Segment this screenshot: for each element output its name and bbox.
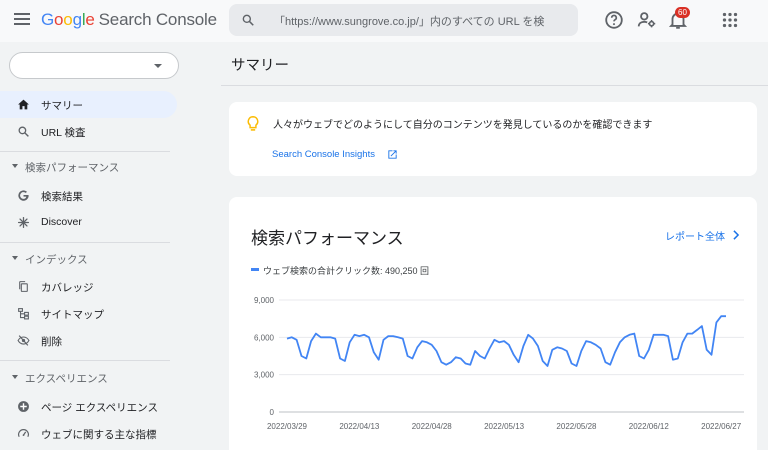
google-g-icon — [18, 190, 29, 201]
sidebar-item-label: ウェブに関する主な指標 — [41, 429, 157, 441]
collapse-triangle-icon — [12, 164, 18, 168]
insights-card: 人々がウェブでどのようにして自分のコンテンツを発見しているのかを確認できます S… — [229, 102, 757, 176]
section-search-performance[interactable]: 検索パフォーマンス — [0, 158, 177, 178]
performance-chart: 9,000 6,000 3,000 0 2022/03/29 2022/04/13 2022… — [254, 296, 744, 431]
sidebar-item-core-web-vitals[interactable]: ウェブに関する主な指標 — [0, 420, 177, 447]
search-input[interactable]: 「https://www.sungrove.co.jp/」内のすべての URL … — [229, 4, 578, 36]
menu-icon[interactable] — [14, 13, 30, 27]
collapse-triangle-icon — [12, 375, 18, 379]
performance-card: 検索パフォーマンス レポート全体 ウェブ検索の合計クリック数: 490,250 … — [229, 197, 757, 450]
sidebar-item-label: サイトマップ — [41, 309, 104, 321]
open-in-new-icon[interactable] — [387, 149, 398, 160]
apps-grid-icon[interactable] — [719, 9, 741, 31]
insights-link[interactable]: Search Console Insights — [272, 149, 375, 160]
legend-label: ウェブ検索の合計クリック数: 490,250 回 — [263, 266, 430, 276]
discover-asterisk-icon — [17, 216, 30, 229]
x-tick-label: 2022/05/28 — [556, 422, 597, 431]
property-selector[interactable] — [9, 52, 179, 79]
legend-swatch — [251, 268, 259, 271]
sidebar-item-url-inspection[interactable]: URL 検査 — [0, 118, 177, 145]
sidebar-item-label: 削除 — [41, 336, 62, 348]
manage-users-icon[interactable] — [636, 9, 658, 31]
section-index[interactable]: インデックス — [0, 250, 177, 270]
x-tick-label: 2022/04/28 — [412, 422, 453, 431]
product-name: Search Console — [98, 10, 217, 29]
insights-description: 人々がウェブでどのようにして自分のコンテンツを発見しているのかを確認できます — [273, 120, 653, 131]
sidebar-item-summary[interactable]: サマリー — [0, 91, 177, 118]
section-title: 検索パフォーマンス — [25, 162, 120, 174]
chevron-right-icon[interactable] — [732, 230, 740, 240]
help-icon[interactable] — [603, 9, 625, 31]
sidebar-divider — [0, 360, 170, 361]
page-experience-icon — [18, 401, 29, 412]
section-title: インデックス — [25, 254, 88, 266]
search-placeholder: 「https://www.sungrove.co.jp/」内のすべての URL … — [274, 16, 545, 28]
sidebar: サマリー URL 検査 検索パフォーマンス 検索結果 Discover インデッ… — [0, 42, 200, 450]
full-report-link[interactable]: レポート全体 — [665, 228, 725, 243]
lightbulb-icon — [247, 116, 259, 131]
sidebar-item-sitemap[interactable]: サイトマップ — [0, 300, 177, 327]
sidebar-divider — [0, 151, 170, 152]
collapse-triangle-icon — [12, 256, 18, 260]
x-tick-label: 2022/06/27 — [701, 422, 742, 431]
y-tick-label: 3,000 — [254, 371, 275, 380]
top-app-bar: Google Search Console 「https://www.sungro… — [0, 0, 768, 42]
app-logo[interactable]: Google Search Console — [41, 10, 217, 30]
search-icon — [18, 126, 29, 137]
sidebar-item-search-results[interactable]: 検索結果 — [0, 182, 177, 209]
sidebar-item-discover[interactable]: Discover — [0, 209, 177, 236]
section-experience[interactable]: エクスペリエンス — [0, 369, 177, 389]
sidebar-item-label: URL 検査 — [41, 127, 86, 139]
sidebar-item-page-experience[interactable]: ページ エクスペリエンス — [0, 393, 177, 420]
chevron-down-icon — [154, 64, 162, 68]
google-wordmark: Google — [41, 10, 95, 29]
sidebar-item-label: サマリー — [41, 100, 83, 112]
sidebar-item-coverage[interactable]: カバレッジ — [0, 273, 177, 300]
coverage-copy-icon — [19, 281, 28, 292]
section-title: エクスペリエンス — [25, 373, 108, 385]
y-tick-label: 9,000 — [254, 296, 275, 305]
eye-off-icon — [17, 335, 30, 346]
x-tick-label: 2022/04/13 — [339, 422, 380, 431]
sidebar-divider — [0, 242, 170, 243]
performance-title: 検索パフォーマンス — [251, 229, 404, 248]
y-tick-label: 0 — [270, 408, 275, 417]
series-line-clicks[interactable] — [286, 315, 726, 367]
sidebar-item-label: 検索結果 — [41, 191, 83, 203]
title-divider — [221, 85, 768, 86]
y-tick-label: 6,000 — [254, 333, 275, 342]
x-tick-label: 2022/05/13 — [484, 422, 525, 431]
home-icon — [18, 99, 29, 110]
sidebar-item-label: ページ エクスペリエンス — [41, 402, 158, 414]
sitemap-icon — [18, 308, 29, 320]
x-tick-label: 2022/06/12 — [629, 422, 670, 431]
sidebar-item-label: Discover — [41, 216, 82, 228]
x-tick-label: 2022/03/29 — [267, 422, 308, 431]
sidebar-item-removals[interactable]: 削除 — [0, 327, 177, 354]
search-icon — [242, 14, 254, 26]
notification-badge: 60 — [675, 7, 690, 18]
speed-gauge-icon — [18, 429, 29, 438]
sidebar-item-label: カバレッジ — [41, 282, 94, 294]
page-title: サマリー — [231, 58, 289, 74]
